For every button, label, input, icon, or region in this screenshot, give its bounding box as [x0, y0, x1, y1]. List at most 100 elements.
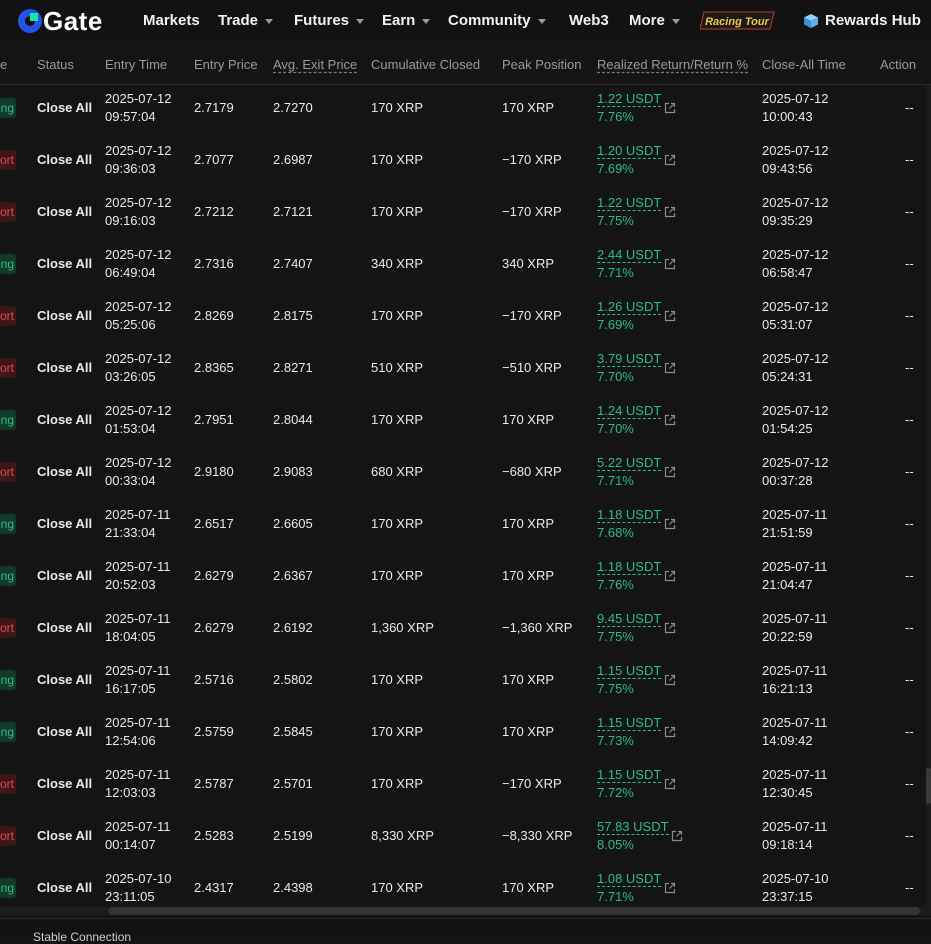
header-peak-position: Peak Position: [502, 57, 582, 72]
share-icon[interactable]: [664, 361, 676, 374]
share-icon[interactable]: [664, 569, 676, 582]
entry-date: 2025-07-11: [105, 715, 171, 730]
cumulative-closed: 170 XRP: [371, 776, 424, 791]
status-cell: Close All: [37, 412, 93, 427]
entry-date: 2025-07-12: [105, 195, 172, 210]
action-cell: --: [905, 464, 914, 479]
nav-item-markets[interactable]: Markets: [143, 12, 200, 29]
realized-pnl[interactable]: 1.15 USDT: [597, 663, 662, 679]
nav-item-futures[interactable]: Futures: [294, 12, 365, 29]
header-realized-return[interactable]: Realized Return/Return %: [597, 57, 748, 72]
side-badge: ng: [0, 410, 16, 430]
gate-logo[interactable]: Gate: [18, 7, 103, 35]
share-icon[interactable]: [664, 153, 676, 166]
peak-position: −170 XRP: [502, 204, 562, 219]
action-cell: --: [905, 880, 914, 895]
return-percent: 7.75%: [597, 213, 634, 228]
peak-position: −170 XRP: [502, 152, 562, 167]
realized-pnl[interactable]: 3.79 USDT: [597, 351, 662, 367]
entry-date: 2025-07-12: [105, 143, 172, 158]
nav-item-more[interactable]: More: [629, 12, 680, 29]
entry-price: 2.5283: [194, 828, 234, 843]
status-cell: Close All: [37, 308, 93, 323]
share-icon[interactable]: [664, 673, 676, 686]
share-icon[interactable]: [664, 257, 676, 270]
cumulative-closed: 8,330 XRP: [371, 828, 434, 843]
nav-item-trade[interactable]: Trade: [218, 12, 274, 29]
share-icon[interactable]: [664, 777, 676, 790]
header-side: e: [0, 57, 8, 72]
cumulative-closed: 170 XRP: [371, 724, 424, 739]
header-avg-exit-price[interactable]: Avg. Exit Price: [273, 57, 357, 72]
share-icon[interactable]: [664, 881, 676, 894]
realized-pnl[interactable]: 1.18 USDT: [597, 507, 662, 523]
action-cell: --: [905, 360, 914, 375]
share-icon[interactable]: [664, 465, 676, 478]
realized-pnl[interactable]: 1.15 USDT: [597, 767, 662, 783]
status-cell: Close All: [37, 568, 93, 583]
racing-tour-banner[interactable]: Racing Tour: [700, 10, 776, 31]
rewards-hub-link[interactable]: Rewards Hub: [803, 12, 921, 29]
action-cell: --: [905, 256, 914, 271]
return-percent: 7.69%: [597, 317, 634, 332]
share-icon[interactable]: [664, 725, 676, 738]
close-all-date: 2025-07-11: [762, 559, 828, 574]
status-cell: Close All: [37, 880, 93, 895]
entry-date: 2025-07-11: [105, 819, 171, 834]
realized-pnl[interactable]: 57.83 USDT: [597, 819, 669, 835]
realized-pnl[interactable]: 1.08 USDT: [597, 871, 662, 887]
entry-price: 2.4317: [194, 880, 234, 895]
close-all-time: 21:51:59: [762, 525, 813, 540]
nav-item-web3[interactable]: Web3: [569, 12, 609, 29]
chevron-down-icon: [356, 19, 365, 24]
realized-pnl[interactable]: 1.26 USDT: [597, 299, 662, 315]
peak-position: 170 XRP: [502, 412, 555, 427]
entry-price: 2.9180: [194, 464, 234, 479]
realized-pnl[interactable]: 1.24 USDT: [597, 403, 662, 419]
avg-exit-price: 2.9083: [273, 464, 313, 479]
realized-pnl[interactable]: 1.15 USDT: [597, 715, 662, 731]
status-cell: Close All: [37, 828, 93, 843]
entry-date: 2025-07-11: [105, 507, 171, 522]
action-cell: --: [905, 776, 914, 791]
cumulative-closed: 170 XRP: [371, 568, 424, 583]
table-row: ng Close All 2025-07-12 01:53:04 2.7951 2.804…: [0, 397, 926, 449]
peak-position: 170 XRP: [502, 516, 555, 531]
close-all-time: 06:58:47: [762, 265, 813, 280]
realized-pnl[interactable]: 5.22 USDT: [597, 455, 662, 471]
share-icon[interactable]: [664, 309, 676, 322]
realized-pnl[interactable]: 1.22 USDT: [597, 195, 662, 211]
status-cell: Close All: [37, 204, 93, 219]
realized-pnl[interactable]: 2.44 USDT: [597, 247, 662, 263]
share-icon[interactable]: [664, 621, 676, 634]
realized-pnl[interactable]: 9.45 USDT: [597, 611, 662, 627]
table-row: ort Close All 2025-07-12 05:25:06 2.8269 2.81…: [0, 293, 926, 345]
avg-exit-price: 2.6367: [273, 568, 313, 583]
nav-item-community[interactable]: Community: [448, 12, 546, 29]
realized-pnl[interactable]: 1.22 USDT: [597, 91, 662, 107]
share-icon[interactable]: [664, 413, 676, 426]
entry-price: 2.5759: [194, 724, 234, 739]
table-row: ort Close All 2025-07-11 18:04:05 2.6279 2.61…: [0, 605, 926, 657]
action-cell: --: [905, 672, 914, 687]
return-percent: 7.72%: [597, 785, 634, 800]
share-icon[interactable]: [664, 517, 676, 530]
status-cell: Close All: [37, 724, 93, 739]
close-all-time: 05:31:07: [762, 317, 813, 332]
vertical-scrollbar-thumb[interactable]: [926, 768, 931, 804]
share-icon[interactable]: [671, 829, 683, 842]
side-badge: ort: [0, 150, 16, 170]
cumulative-closed: 1,360 XRP: [371, 620, 434, 635]
cumulative-closed: 170 XRP: [371, 412, 424, 427]
share-icon[interactable]: [664, 205, 676, 218]
side-badge: ort: [0, 618, 16, 638]
realized-pnl[interactable]: 1.20 USDT: [597, 143, 662, 159]
nav-item-earn[interactable]: Earn: [382, 12, 431, 29]
realized-pnl[interactable]: 1.18 USDT: [597, 559, 662, 575]
header-entry-price: Entry Price: [194, 57, 258, 72]
action-cell: --: [905, 412, 914, 427]
side-badge: ort: [0, 202, 16, 222]
entry-price: 2.7077: [194, 152, 234, 167]
share-icon[interactable]: [664, 101, 676, 114]
horizontal-scrollbar-thumb[interactable]: [108, 907, 920, 915]
